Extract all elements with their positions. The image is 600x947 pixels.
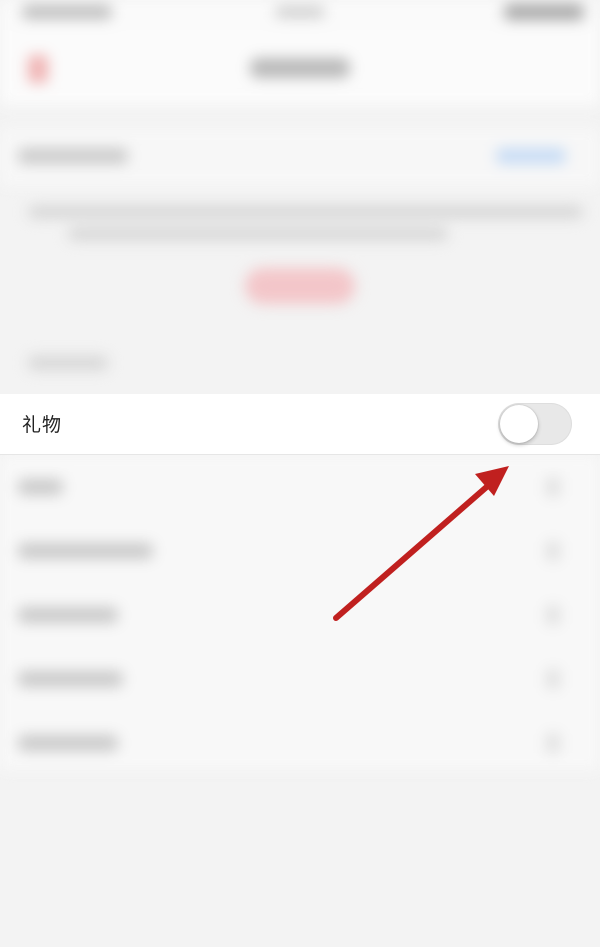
description-line-2 <box>68 228 448 240</box>
chevron-right-icon <box>546 477 560 497</box>
section-title <box>18 148 128 164</box>
status-bar-time <box>275 6 325 18</box>
list-item[interactable] <box>0 711 600 775</box>
toggle-knob <box>500 405 538 443</box>
action-button[interactable] <box>245 268 355 304</box>
list-item[interactable] <box>0 519 600 583</box>
list-item-label <box>18 543 153 559</box>
list-item-label <box>18 607 118 623</box>
chevron-right-icon <box>546 669 560 689</box>
status-bar-right <box>504 4 584 20</box>
chevron-right-icon <box>546 733 560 753</box>
description-line-1 <box>28 206 583 218</box>
group-caption <box>28 356 108 370</box>
page-title <box>250 58 350 78</box>
list-item[interactable] <box>0 647 600 711</box>
status-bar <box>0 0 600 30</box>
section-header <box>0 128 600 186</box>
back-icon[interactable] <box>28 55 48 83</box>
chevron-right-icon <box>546 605 560 625</box>
status-bar-left <box>22 5 112 19</box>
list-item-label <box>18 671 123 687</box>
gift-toggle[interactable] <box>498 403 572 445</box>
list-item-label <box>18 479 63 495</box>
navigation-bar <box>0 30 600 105</box>
blurred-background <box>0 0 600 947</box>
list-item[interactable] <box>0 455 600 519</box>
description-text <box>18 200 583 250</box>
list-item-label <box>18 735 118 751</box>
chevron-right-icon <box>546 541 560 561</box>
list-item[interactable] <box>0 583 600 647</box>
gift-setting-label: 礼物 <box>22 414 63 436</box>
settings-list <box>0 455 600 770</box>
section-link[interactable] <box>496 148 566 164</box>
gift-setting-row: 礼物 <box>0 394 600 455</box>
